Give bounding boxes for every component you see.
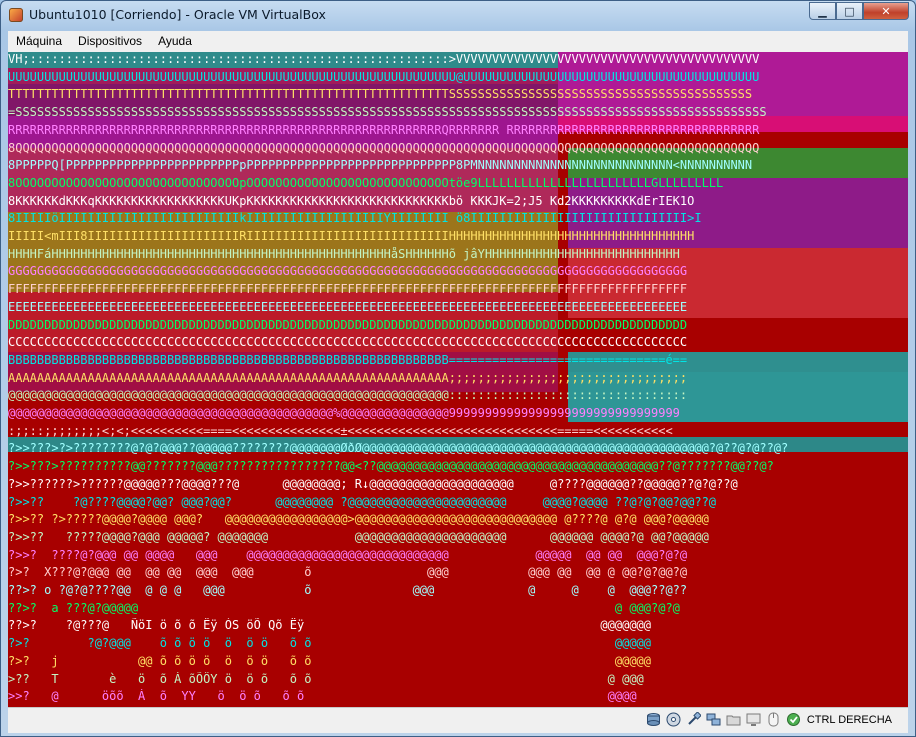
screen-text-row: @@@@@@@@@@@@@@@@@@@@@@@@@@@@@@@@@@@@@@@@… <box>8 388 688 403</box>
screen-text-row: ??>? ?@???@ ÑöI ö õ õ Ëÿ ÒS öÕ Qõ Ëÿ @@@… <box>8 618 651 633</box>
screen-text-row: 8PPPPPQ[PPPPPPPPPPPPPPPPPPPPPPPPpPPPPPPP… <box>8 158 753 173</box>
screen-text-row: >>? @ öõõ Á õ YY ö ö õ õ õ @@@@ <box>8 689 637 704</box>
screen-text-row: =SSSSSSSSSSSSSSSSSSSSSSSSSSSSSSSSSSSSSSS… <box>8 105 767 120</box>
screen-text-row: ?>? X???@?@@@ @@ @@ @@ @@@ @@@ õ @@@ @@@… <box>8 565 688 580</box>
minimize-icon: ▁ <box>818 4 827 18</box>
screen-text-row: ?>? j @@ õ õ ö ö ö ö ö õ õ @@@@@ <box>8 653 651 668</box>
status-bar: CTRL DERECHA <box>8 707 908 733</box>
title-bar[interactable]: Ubuntu1010 [Corriendo] - Oracle VM Virtu… <box>1 1 915 30</box>
screen-text-row: ?>>???>?>????????@?@?@@@??@@@@@????????@… <box>8 441 789 456</box>
screen-text-row: AAAAAAAAAAAAAAAAAAAAAAAAAAAAAAAAAAAAAAAA… <box>8 370 688 385</box>
screen-text-row: ?>? ?@?@@@ õ õ ö ö ö ö ö õ õ @@@@@ <box>8 636 651 651</box>
screen-text-row: >?? T è ö õ Á õÕÖY ö ö õ õ õ @ @@@ <box>8 671 644 686</box>
screen-text-row: @@@@@@@@@@@@@@@@@@@@@@@@@@@@@@@@@@@@@@@@… <box>8 406 680 420</box>
screen-text-row: CCCCCCCCCCCCCCCCCCCCCCCCCCCCCCCCCCCCCCCC… <box>8 335 688 350</box>
menu-ayuda[interactable]: Ayuda <box>150 31 200 52</box>
hard-disk-icon[interactable] <box>645 711 662 728</box>
screen-text-row: RRRRRRRRRRRRRRRRRRRRRRRRRRRRRRRRRRRRRRRR… <box>8 122 760 137</box>
close-button[interactable]: ✕ <box>863 2 909 20</box>
network-icon[interactable] <box>705 711 722 728</box>
screen-text-row: ?>>???>??????????@@???????@@@???????????… <box>8 459 774 474</box>
maximize-button[interactable]: □ <box>836 2 863 20</box>
screen-text-row: :;;::;;;;;;;;<;<;<<<<<<<<<<====<<<<<<<<<… <box>8 423 673 438</box>
screen-text-row: 8KKKKKKdKKKqKKKKKKKKKKKKKKKKKKUKpKKKKKKK… <box>8 193 695 208</box>
menu-bar: Máquina Dispositivos Ayuda <box>8 31 908 52</box>
screen-text-row: UUUUUUUUUUUUUUUUUUUUUUUUUUUUUUUUUUUUUUUU… <box>8 69 760 84</box>
screen-text-row: VH;:::::::::::::::::::::::::::::::::::::… <box>8 52 760 66</box>
screen-text-row: DDDDDDDDDDDDDDDDDDDDDDDDDDDDDDDDDDDDDDDD… <box>8 317 688 332</box>
usb-icon[interactable] <box>685 711 702 728</box>
screen-text-row: ??>? o ?@?@????@@ @ @ @ @@@ õ @@@ @ @ @ … <box>8 583 688 597</box>
virtualbox-app-icon[interactable] <box>9 8 23 22</box>
screen-text-row: ?>>? ????@?@@@ @@ @@@@ @@@ @@@@@@@@@@@@@… <box>8 547 688 562</box>
window-title: Ubuntu1010 [Corriendo] - Oracle VM Virtu… <box>29 7 326 22</box>
close-icon: ✕ <box>881 4 891 18</box>
screen-text-row: ?>>?? ?>?????@@@@?@@@@ @@@? @@@@@@@@@@@@… <box>8 512 709 527</box>
screen-text-row: EEEEEEEEEEEEEEEEEEEEEEEEEEEEEEEEEEEEEEEE… <box>8 299 688 314</box>
status-icons: CTRL DERECHA <box>645 711 892 728</box>
host-key-icon <box>785 711 802 728</box>
screen-text-row: ??>? a ???@?@@@@@ @ @@@?@?@ <box>8 600 680 615</box>
screen-text-row: 8IIIIIöIIIIIIIIIIIIIIIIIIIIIIIIIkIIIIIII… <box>8 211 702 226</box>
vm-display[interactable]: VH;:::::::::::::::::::::::::::::::::::::… <box>8 52 908 707</box>
screen-text-row: 8QQQQQQQQQQQQQQQQQQQQQQQQQQQQQQQQQQQQQQQ… <box>8 140 760 155</box>
screen-text-row: ?>>??????>??????@@@@@???@@@@???@ @@@@@@@… <box>8 476 738 491</box>
screen-text-row: TTTTTTTTTTTTTTTTTTTTTTTTTTTTTTTTTTTTTTTT… <box>8 87 753 102</box>
menu-dispositivos[interactable]: Dispositivos <box>70 31 150 52</box>
virtualbox-window: Ubuntu1010 [Corriendo] - Oracle VM Virtu… <box>0 0 916 737</box>
menu-maquina[interactable]: Máquina <box>8 31 70 52</box>
screen-text-row: HHHHFáHHHHHHHHHHHHHHHHHHHHHHHHHHHHHHHHHH… <box>8 246 680 261</box>
screen-text-row: FFFFFFFFFFFFFFFFFFFFFFFFFFFFFFFFFFFFFFFF… <box>8 282 688 297</box>
shared-folders-icon[interactable] <box>725 711 742 728</box>
screen-text-row: ?>>?? ?????@@@@?@@@ @@@@@? @@@@@@@ @@@@@… <box>8 529 709 544</box>
screen-text-row: GGGGGGGGGGGGGGGGGGGGGGGGGGGGGGGGGGGGGGGG… <box>8 264 688 279</box>
mouse-integration-icon[interactable] <box>765 711 782 728</box>
screen-text-row: ?>>?? ?@????@@@@?@@? @@@?@@? @@@@@@@@ ?@… <box>8 494 717 509</box>
optical-drive-icon[interactable] <box>665 711 682 728</box>
minimize-button[interactable]: ▁ <box>809 2 836 20</box>
window-controls: ▁ □ ✕ <box>809 2 909 21</box>
screen-text-row: IIIII<mIII8IIIIIIIIIIIIIIIIIIIIIRIIIIIII… <box>8 229 695 243</box>
maximize-icon: □ <box>844 4 855 18</box>
screen-text-row: BBBBBBBBBBBBBBBBBBBBBBBBBBBBBBBBBBBBBBBB… <box>8 352 688 367</box>
host-key-label: CTRL DERECHA <box>806 713 892 726</box>
display-icon[interactable] <box>745 711 762 728</box>
screen-text-row: 8OOOOOOOOOOOOOOOOOOOOOOOOOOOOOOOpOOOOOOO… <box>8 175 724 190</box>
